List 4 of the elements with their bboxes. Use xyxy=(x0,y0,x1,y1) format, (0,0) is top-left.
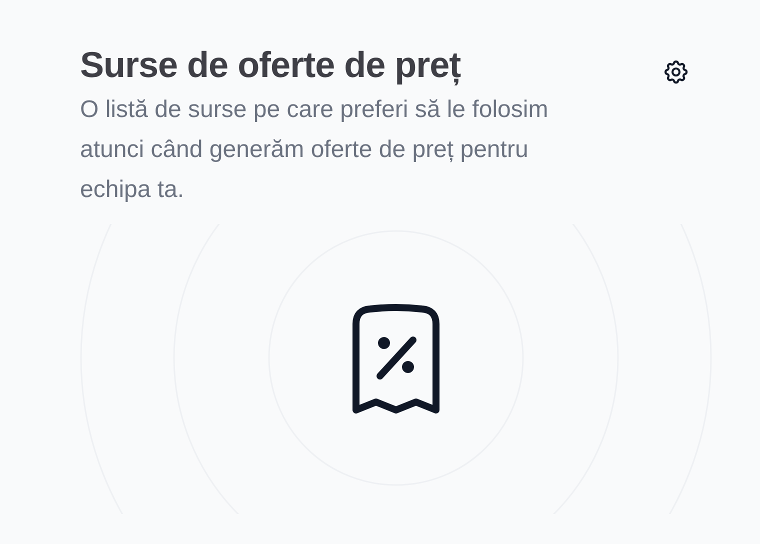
settings-icon[interactable] xyxy=(662,58,690,86)
section-title: Surse de oferte de preț xyxy=(80,43,462,88)
section-description: O listă de surse pe care preferi să le folosim atunci când generăm oferte de preț pentru echipa ta. xyxy=(80,95,550,205)
receipt-percent-icon xyxy=(352,304,440,414)
